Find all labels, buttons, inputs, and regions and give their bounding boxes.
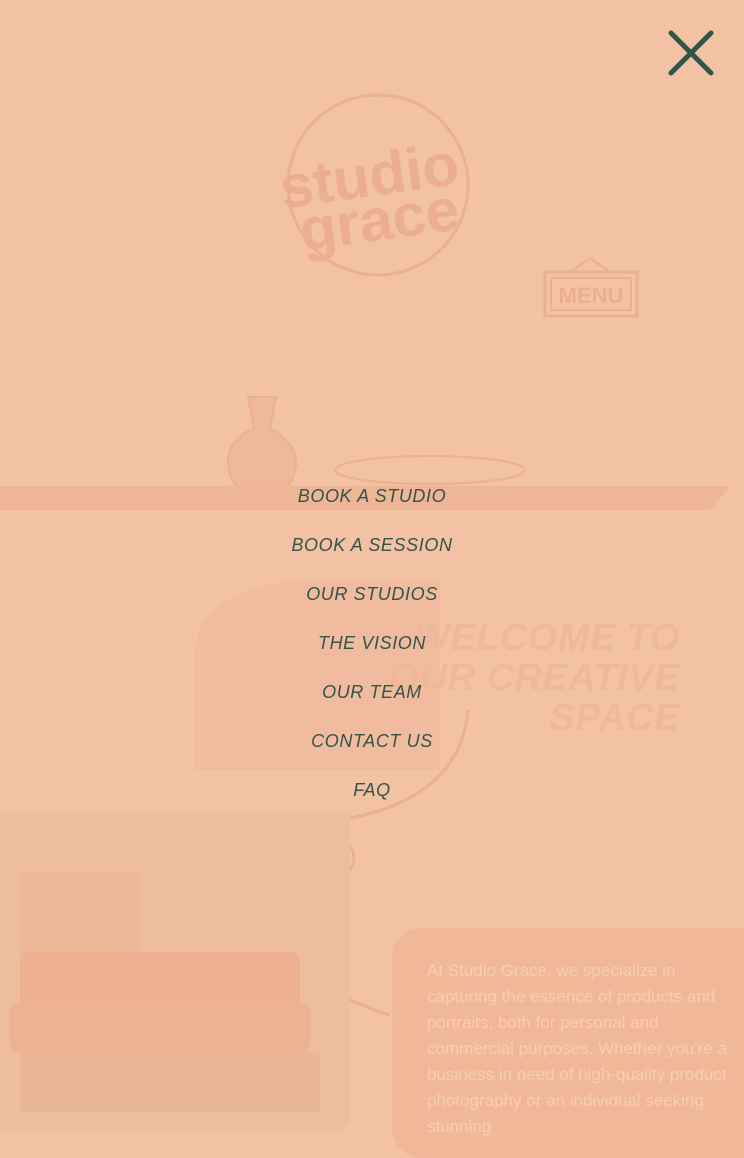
menu-item-the-vision[interactable]: THE VISION (0, 623, 744, 672)
close-icon (668, 30, 714, 76)
main-menu: BOOK A STUDIO BOOK A SESSION OUR STUDIOS… (0, 476, 744, 819)
menu-item-book-a-session[interactable]: BOOK A SESSION (0, 525, 744, 574)
menu-item-book-a-studio[interactable]: BOOK A STUDIO (0, 476, 744, 525)
background-photo (0, 812, 350, 1132)
close-menu-button[interactable] (664, 26, 718, 80)
sign-text: MENU (559, 283, 624, 308)
menu-item-our-team[interactable]: OUR TEAM (0, 672, 744, 721)
sofa-illustration (10, 872, 320, 1112)
menu-item-faq[interactable]: FAQ (0, 770, 744, 819)
sign-hanger (569, 256, 611, 273)
floor-rug (20, 1052, 320, 1112)
menu-item-contact-us[interactable]: CONTACT US (0, 721, 744, 770)
menu-item-our-studios[interactable]: OUR STUDIOS (0, 574, 744, 623)
background-body-text: At Studio Grace, we specialize in captur… (427, 961, 727, 1136)
sofa-seat (10, 1002, 310, 1052)
